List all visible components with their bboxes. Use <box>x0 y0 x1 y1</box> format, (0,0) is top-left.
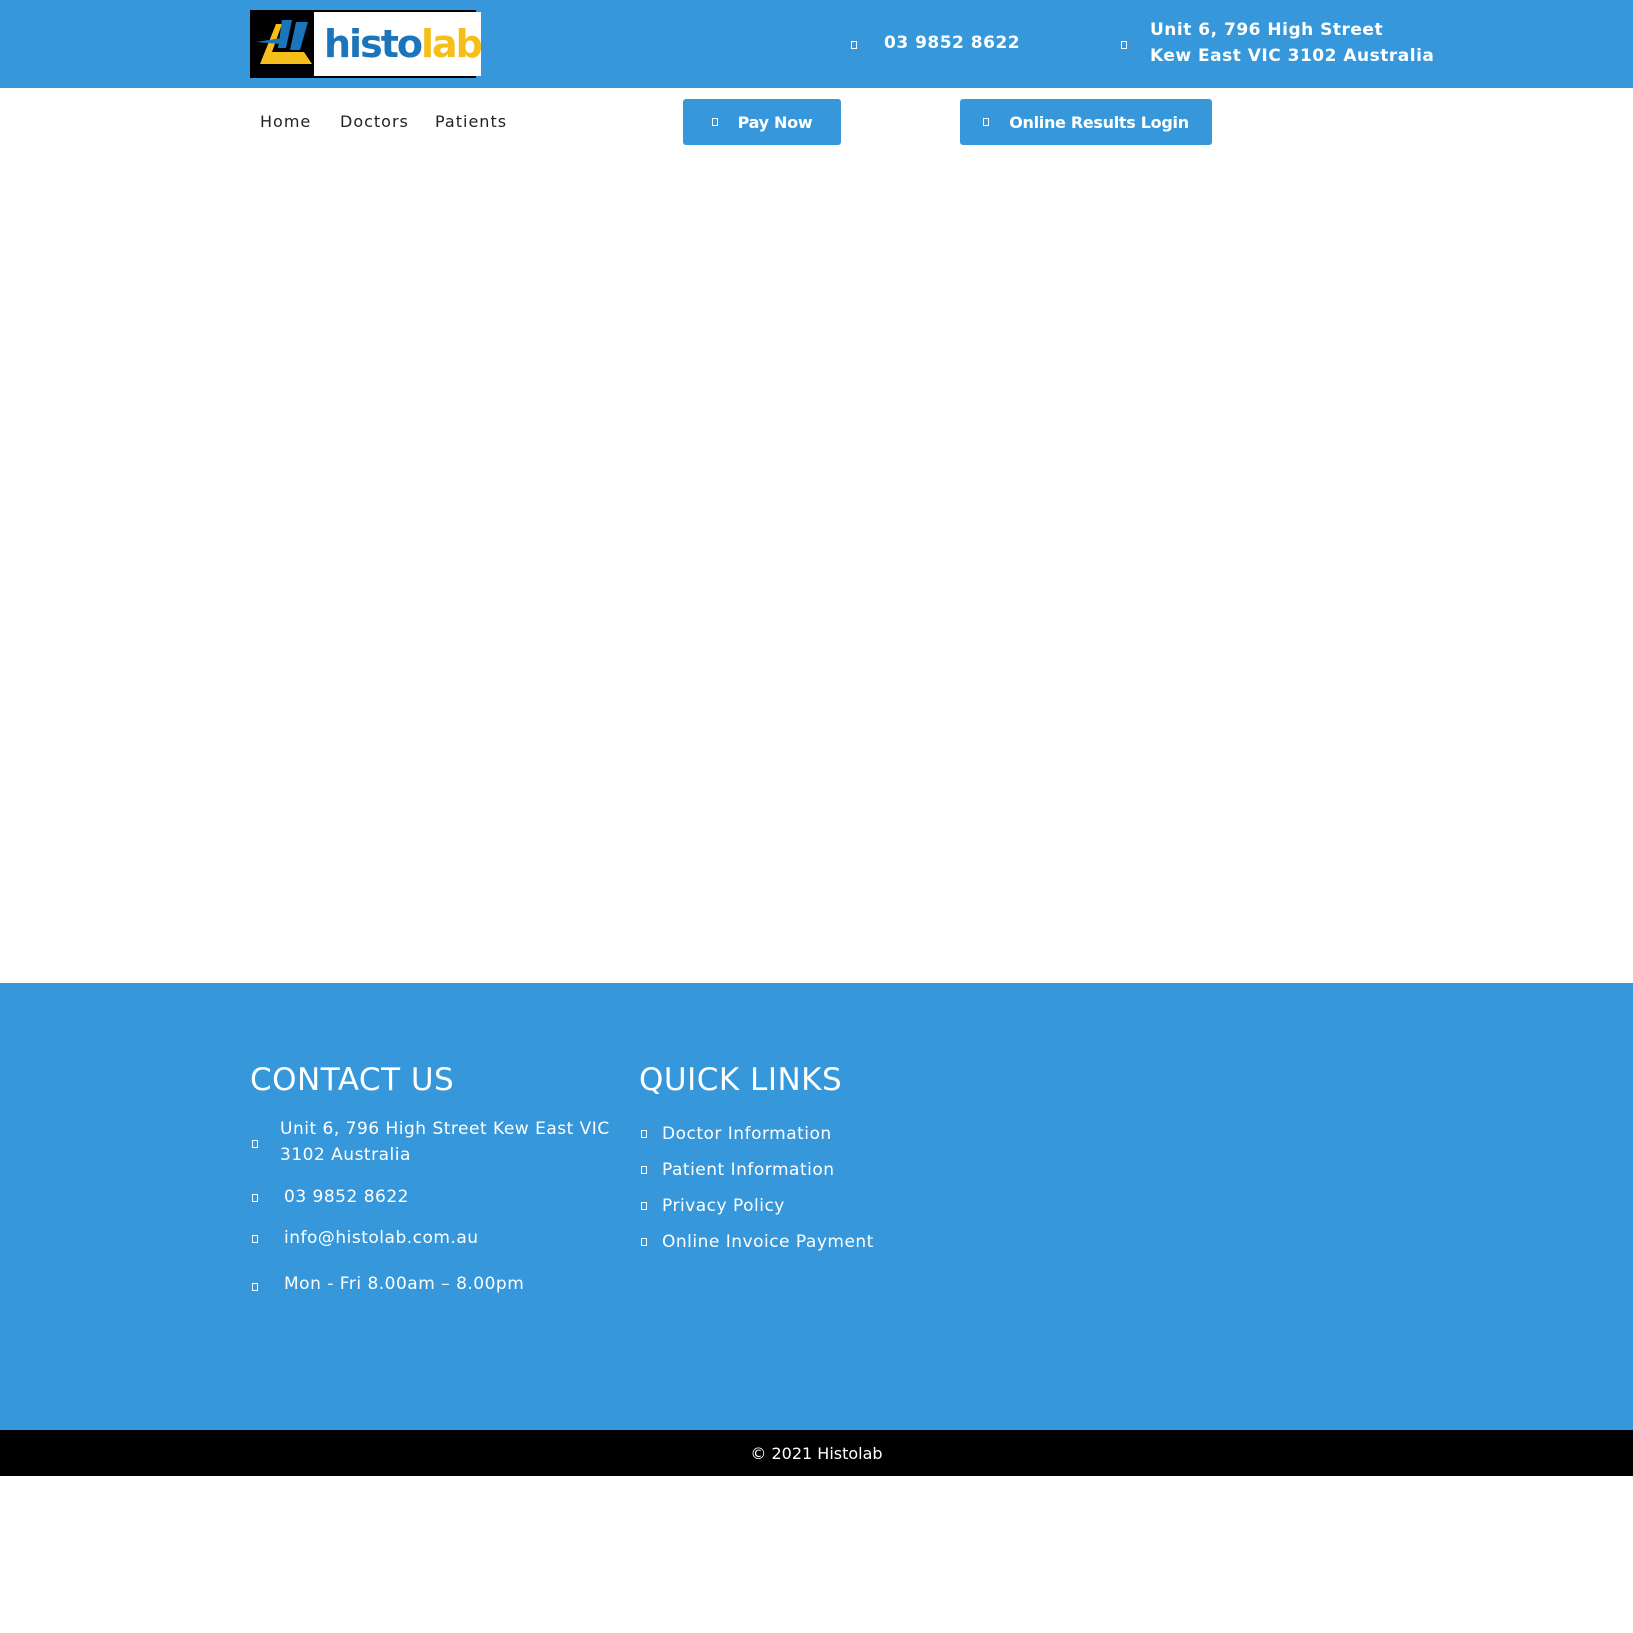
logo-mark-icon <box>252 12 314 76</box>
footer <box>0 983 1633 1430</box>
quick-links-title: QUICK LINKS <box>639 1062 843 1098</box>
phone-icon <box>851 41 857 49</box>
link-online-invoice-payment[interactable]: Online Invoice Payment <box>662 1229 874 1255</box>
link-privacy-policy[interactable]: Privacy Policy <box>662 1193 785 1219</box>
header-address-line1: Unit 6, 796 High Street <box>1150 20 1384 40</box>
nav-patients[interactable]: Patients <box>435 112 507 131</box>
contact-title: CONTACT US <box>250 1062 455 1098</box>
chevron-right-icon <box>641 1130 647 1138</box>
nav-home[interactable]: Home <box>260 112 311 131</box>
link-doctor-information[interactable]: Doctor Information <box>662 1121 832 1147</box>
pay-now-button[interactable]: Pay Now <box>683 99 841 145</box>
nav-doctors[interactable]: Doctors <box>340 112 409 131</box>
location-icon <box>252 1140 258 1148</box>
location-icon <box>1121 41 1127 49</box>
copyright-text: © 2021 Histolab <box>750 1443 883 1463</box>
footer-email[interactable]: info@histolab.com.au <box>284 1225 479 1251</box>
header-phone[interactable]: 03 9852 8622 <box>884 33 1020 53</box>
email-icon <box>252 1235 258 1243</box>
footer-address: Unit 6, 796 High Street Kew East VIC 310… <box>280 1119 610 1165</box>
top-bar <box>0 0 1633 88</box>
chevron-right-icon <box>641 1238 647 1246</box>
link-patient-information[interactable]: Patient Information <box>662 1157 835 1183</box>
copyright-bar: © 2021 Histolab <box>0 1430 1633 1476</box>
login-icon <box>983 118 990 126</box>
chevron-right-icon <box>641 1166 647 1174</box>
histolab-logo[interactable]: histo lab <box>250 10 483 78</box>
chevron-right-icon <box>641 1202 647 1210</box>
phone-icon <box>252 1194 258 1202</box>
card-icon <box>711 118 718 126</box>
online-results-login-button[interactable]: Online Results Login <box>960 99 1212 145</box>
header-address-line2: Kew East VIC 3102 Australia <box>1150 46 1435 66</box>
footer-phone[interactable]: 03 9852 8622 <box>284 1184 409 1210</box>
footer-hours: Mon - Fri 8.00am – 8.00pm <box>284 1274 525 1294</box>
clock-icon <box>252 1283 258 1291</box>
